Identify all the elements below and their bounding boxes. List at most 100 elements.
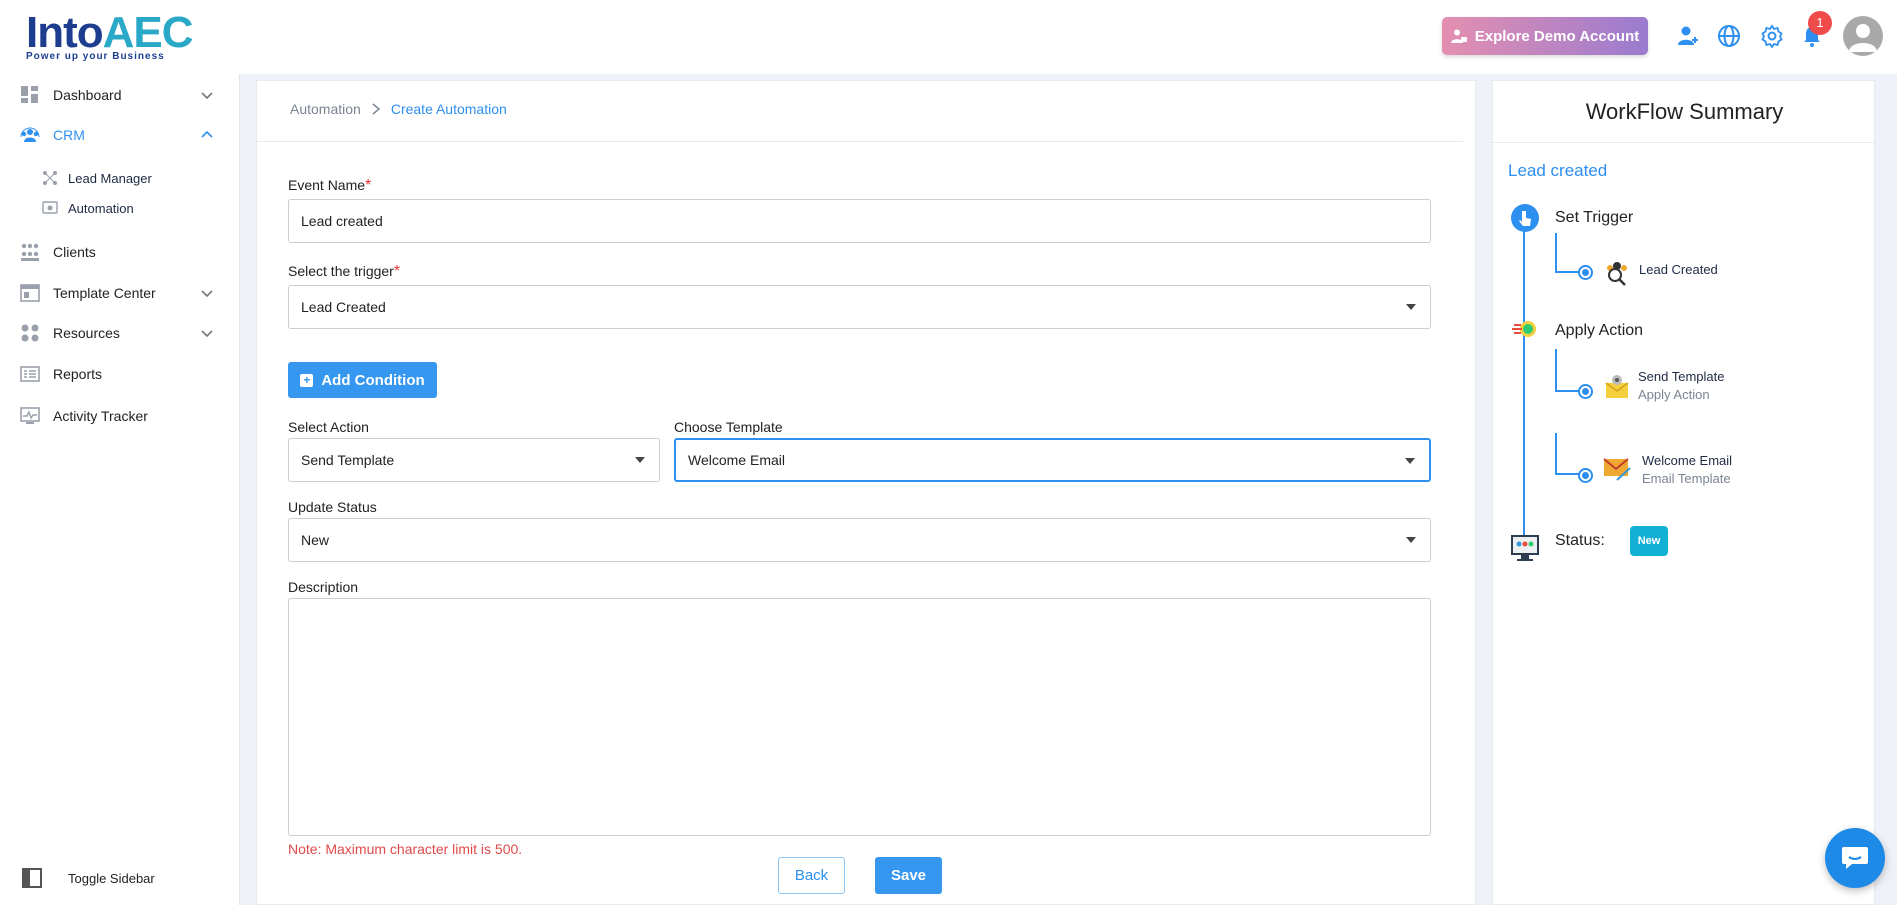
email-envelope-icon bbox=[1603, 458, 1631, 481]
sidebar-item-label: Template Center bbox=[53, 285, 156, 301]
sidebar-item-clients[interactable]: Clients bbox=[0, 234, 240, 270]
pointer-click-icon bbox=[1511, 204, 1539, 232]
sidebar-item-label: Activity Tracker bbox=[53, 408, 148, 424]
status-monitor-icon bbox=[1511, 535, 1539, 561]
sidebar-item-label: Resources bbox=[53, 325, 120, 341]
back-button[interactable]: Back bbox=[778, 857, 845, 894]
logo-tagline: Power up your Business bbox=[26, 51, 165, 62]
send-template-icon bbox=[1605, 375, 1629, 398]
required-asterisk: * bbox=[365, 177, 372, 194]
action-leaf-sublabel: Apply Action bbox=[1638, 387, 1710, 402]
summary-title: WorkFlow Summary bbox=[1585, 99, 1784, 124]
sidebar-subitem-label: Lead Manager bbox=[68, 170, 152, 186]
settings-gear-icon[interactable] bbox=[1760, 24, 1784, 48]
create-automation-card: Automation Create Automation Event Name*… bbox=[256, 80, 1476, 905]
activity-tracker-icon bbox=[20, 407, 40, 424]
user-avatar[interactable] bbox=[1843, 16, 1883, 56]
template-leaf-sublabel: Email Template bbox=[1642, 471, 1731, 486]
sidebar-item-dashboard[interactable]: Dashboard bbox=[0, 77, 240, 113]
timeline-branch bbox=[1555, 233, 1581, 273]
toggle-sidebar-icon bbox=[22, 868, 42, 888]
template-leaf-label: Welcome Email bbox=[1642, 453, 1733, 468]
description-label: Description bbox=[288, 579, 359, 595]
choose-template-label: Choose Template bbox=[674, 419, 783, 435]
chevron-down-icon bbox=[201, 92, 213, 100]
template-center-icon bbox=[20, 284, 40, 302]
update-status-label: Update Status bbox=[288, 499, 377, 515]
breadcrumb-automation-link[interactable]: Automation bbox=[290, 101, 361, 117]
character-limit-note: Note: Maximum character limit is 500. bbox=[288, 841, 523, 857]
timeline-dot bbox=[1578, 384, 1593, 399]
sidebar-item-label: Dashboard bbox=[53, 87, 122, 103]
automation-icon bbox=[42, 201, 58, 214]
sidebar-item-activity-tracker[interactable]: Activity Tracker bbox=[0, 398, 240, 434]
timeline-line bbox=[1523, 206, 1525, 541]
crm-icon bbox=[20, 127, 40, 142]
divider bbox=[1493, 142, 1876, 143]
trigger-leaf-label: Lead Created bbox=[1639, 262, 1718, 277]
chat-bubble-icon bbox=[1842, 847, 1868, 869]
notification-count-badge: 1 bbox=[1808, 11, 1832, 35]
chevron-up-icon bbox=[201, 130, 213, 138]
select-action-dropdown[interactable]: Send Template bbox=[288, 438, 660, 482]
timeline-branch bbox=[1555, 349, 1581, 392]
chevron-down-icon bbox=[201, 290, 213, 298]
timeline-dot bbox=[1578, 468, 1593, 483]
dashboard-icon bbox=[21, 86, 38, 103]
divider bbox=[257, 141, 1463, 142]
update-status-dropdown[interactable]: New bbox=[288, 518, 1431, 562]
explore-demo-label: Explore Demo Account bbox=[1474, 27, 1640, 45]
breadcrumb: Automation Create Automation bbox=[290, 101, 507, 117]
action-leaf-label: Send Template bbox=[1638, 369, 1725, 384]
trigger-label: Select the trigger* bbox=[288, 263, 401, 280]
status-badge: New bbox=[1630, 526, 1668, 556]
explore-demo-button[interactable]: Explore Demo Account bbox=[1442, 17, 1648, 55]
apply-action-title: Apply Action bbox=[1555, 322, 1644, 339]
event-name-input[interactable]: Lead created bbox=[288, 199, 1431, 243]
add-user-icon[interactable] bbox=[1676, 24, 1700, 48]
description-textarea[interactable] bbox=[288, 598, 1431, 836]
reports-icon bbox=[20, 366, 40, 382]
resources-icon bbox=[21, 324, 39, 342]
user-lock-icon bbox=[1450, 29, 1467, 43]
add-condition-button[interactable]: + Add Condition bbox=[288, 362, 437, 398]
dropdown-caret-icon bbox=[1406, 537, 1416, 543]
toggle-sidebar-button[interactable]: Toggle Sidebar bbox=[0, 860, 240, 896]
globe-icon[interactable] bbox=[1717, 24, 1741, 48]
summary-event-name: Lead created bbox=[1508, 161, 1608, 180]
dropdown-caret-icon bbox=[1405, 458, 1415, 464]
top-header: IntoAEC Power up your Business Explore D… bbox=[0, 0, 1897, 74]
chevron-right-icon bbox=[372, 103, 380, 115]
sidebar-item-crm[interactable]: CRM bbox=[0, 117, 240, 153]
brand-logo[interactable]: IntoAEC Power up your Business bbox=[26, 8, 194, 64]
chat-widget-button[interactable] bbox=[1825, 828, 1885, 888]
status-title: Status: bbox=[1555, 532, 1605, 549]
save-button[interactable]: Save bbox=[875, 857, 942, 894]
lead-search-icon bbox=[1607, 262, 1627, 286]
trigger-select[interactable]: Lead Created bbox=[288, 285, 1431, 329]
timeline-branch bbox=[1555, 433, 1581, 475]
choose-template-dropdown[interactable]: Welcome Email bbox=[674, 438, 1431, 482]
timeline-dot bbox=[1578, 265, 1593, 280]
event-name-label: Event Name* bbox=[288, 177, 372, 194]
clients-icon bbox=[21, 243, 39, 261]
sidebar-item-template-center[interactable]: Template Center bbox=[0, 275, 240, 311]
lead-manager-icon bbox=[43, 171, 57, 185]
dropdown-caret-icon bbox=[1406, 304, 1416, 310]
sidebar-item-resources[interactable]: Resources bbox=[0, 315, 240, 351]
plus-square-icon: + bbox=[300, 373, 314, 387]
user-silhouette-icon bbox=[1849, 24, 1877, 52]
sidebar-item-label: Reports bbox=[53, 366, 103, 382]
action-target-icon bbox=[1512, 321, 1536, 337]
toggle-sidebar-label: Toggle Sidebar bbox=[68, 870, 155, 886]
chevron-down-icon bbox=[201, 330, 213, 338]
sidebar-item-reports[interactable]: Reports bbox=[0, 356, 240, 392]
sidebar-item-label: CRM bbox=[53, 127, 85, 143]
required-asterisk: * bbox=[393, 263, 401, 280]
sidebar-item-label: Clients bbox=[53, 244, 96, 260]
sidebar: Dashboard CRM Lead Manager Automation Cl… bbox=[0, 74, 240, 905]
set-trigger-title: Set Trigger bbox=[1555, 209, 1634, 226]
dropdown-caret-icon bbox=[635, 457, 645, 463]
breadcrumb-current: Create Automation bbox=[390, 101, 507, 117]
workflow-summary-panel: WorkFlow Summary Lead created Set Trigge… bbox=[1492, 80, 1876, 905]
